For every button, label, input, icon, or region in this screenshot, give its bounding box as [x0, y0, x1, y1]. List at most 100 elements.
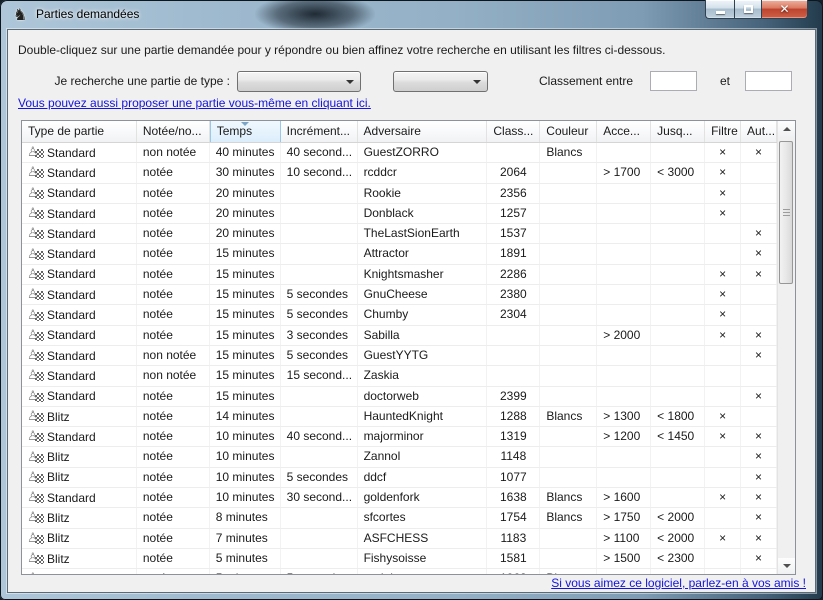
column-header-aut[interactable]: Aut...	[741, 121, 777, 142]
pawn-icon: ♙	[28, 470, 44, 485]
table-row[interactable]: ♙Standardnotée30 minutes10 second...rcdd…	[22, 163, 777, 183]
cell-notee: notée	[137, 163, 210, 182]
table-row[interactable]: ♙Blitznotée8 minutessfcortes1754Blancs> …	[22, 508, 777, 528]
cell-filtre	[705, 508, 741, 527]
cell-increment: 5 secondes	[281, 468, 358, 487]
cell-temps: 5 minutes	[210, 549, 281, 568]
cell-classement: 2064	[487, 163, 540, 182]
scroll-up-button[interactable]	[778, 121, 795, 137]
cell-increment: 30 second...	[281, 488, 358, 507]
game-type-label: Standard	[47, 146, 96, 160]
pawn-icon: ♙	[28, 186, 44, 201]
rating-max-input[interactable]	[745, 71, 792, 91]
table-row[interactable]: ♙Blitznotée5 minutesFishysoisse1581> 150…	[22, 549, 777, 569]
table-row[interactable]: ♙Standardnotée15 minutes5 secondesChumby…	[22, 305, 777, 325]
secondary-dropdown[interactable]	[393, 71, 488, 92]
table-row[interactable]: ♙Standardnotée15 minutes3 secondesSabill…	[22, 326, 777, 346]
cell-jusq: < 1800	[651, 407, 705, 426]
table-row[interactable]: ♙Blitznotée14 minutesHauntedKnight1288Bl…	[22, 407, 777, 427]
table-row[interactable]: ♙Standardnotée20 minutesRookie2356×	[22, 184, 777, 204]
cell-notee: notée	[137, 549, 210, 568]
cell-notee: notée	[137, 326, 210, 345]
column-header-acce[interactable]: Acce...	[597, 121, 651, 142]
cell-increment: 5 secondes	[281, 305, 358, 324]
cell-classement	[487, 366, 540, 385]
scrollbar-thumb[interactable]	[779, 141, 793, 284]
column-header-couleur[interactable]: Couleur	[540, 121, 597, 142]
cell-classement: 2356	[487, 184, 540, 203]
game-type-label: Blitz	[47, 410, 70, 424]
cell-classement: 1581	[487, 549, 540, 568]
cell-type: ♙Standard	[22, 224, 137, 243]
table-row[interactable]: ♙Standardnon notée15 minutes5 secondesGu…	[22, 346, 777, 366]
table-row[interactable]: ♙Blitznotée10 minutesZannol1148×	[22, 447, 777, 467]
table-row[interactable]: ♙Standardnotée15 minutes5 secondesGnuChe…	[22, 285, 777, 305]
cell-filtre: ×	[705, 163, 741, 182]
game-type-label: Standard	[47, 207, 96, 221]
cell-aut	[741, 366, 777, 385]
search-type-label: Je recherche une partie de type :	[28, 74, 230, 88]
column-header-adversaire[interactable]: Adversaire	[358, 121, 488, 142]
table-row[interactable]: ♙Standardnotée15 minutesAttractor1891×	[22, 244, 777, 264]
share-software-link[interactable]: Si vous aimez ce logiciel, parlez-en à v…	[551, 576, 806, 590]
cell-filtre: ×	[705, 488, 741, 507]
column-header-temps[interactable]: Temps	[210, 121, 281, 142]
cell-acce	[597, 285, 651, 304]
cell-acce	[597, 387, 651, 406]
table-row[interactable]: ♙Standardnon notée15 minutes15 second...…	[22, 366, 777, 386]
sort-descending-icon	[241, 122, 249, 126]
column-header-increment[interactable]: Incrément...	[281, 121, 358, 142]
cell-acce	[597, 265, 651, 284]
column-header-label: Acce...	[603, 124, 640, 138]
vertical-scrollbar[interactable]	[777, 121, 795, 574]
table-row[interactable]: ♙Blitznotée10 minutes5 secondesddcf1077×	[22, 468, 777, 488]
cell-acce	[597, 184, 651, 203]
cell-temps: 30 minutes	[210, 163, 281, 182]
cell-filtre: ×	[705, 265, 741, 284]
cell-classement: 2286	[487, 265, 540, 284]
cell-increment	[281, 387, 358, 406]
column-header-type[interactable]: Type de partie	[22, 121, 137, 142]
cell-adversaire: sfcortes	[358, 508, 488, 527]
column-header-label: Temps	[217, 124, 252, 138]
titlebar[interactable]: ♞ Parties demandées ✕	[0, 0, 823, 30]
column-header-classement[interactable]: Class...	[487, 121, 540, 142]
cell-adversaire: HauntedKnight	[358, 407, 488, 426]
table-row[interactable]: ♙Standardnotée15 minutesdoctorweb2399×	[22, 387, 777, 407]
cell-couleur	[540, 366, 597, 385]
column-header-jusq[interactable]: Jusq...	[651, 121, 705, 142]
propose-game-link[interactable]: Vous pouvez aussi proposer une partie vo…	[18, 96, 371, 110]
cell-filtre: ×	[705, 184, 741, 203]
cell-jusq: < 2300	[651, 549, 705, 568]
app-window: ♞ Parties demandées ✕ Double-cliquez sur…	[0, 0, 823, 600]
close-button[interactable]: ✕	[762, 0, 808, 19]
table-row[interactable]: ♙Standardnon notée40 minutes40 second...…	[22, 143, 777, 163]
pawn-icon: ♙	[28, 368, 44, 383]
table-row[interactable]: ♙Standardnotée15 minutesKnightsmasher228…	[22, 265, 777, 285]
maximize-button[interactable]	[734, 0, 762, 19]
table-row[interactable]: ♙Blitznotée5 minutes5 secondesnadakareem…	[22, 569, 777, 574]
scroll-down-button[interactable]	[778, 558, 795, 574]
table-row[interactable]: ♙Standardnotée20 minutesDonblack1257×	[22, 204, 777, 224]
pawn-icon: ♙	[28, 409, 44, 424]
pawn-icon: ♙	[28, 348, 44, 363]
table-row[interactable]: ♙Standardnotée10 minutes30 second...gold…	[22, 488, 777, 508]
column-header-notee[interactable]: Notée/no...	[137, 121, 210, 142]
table-row[interactable]: ♙Standardnotée10 minutes40 second...majo…	[22, 427, 777, 447]
pawn-icon: ♙	[28, 165, 44, 180]
table-row[interactable]: ♙Standardnotée20 minutesTheLastSionEarth…	[22, 224, 777, 244]
cell-acce	[597, 366, 651, 385]
minimize-button[interactable]	[705, 0, 734, 19]
pawn-icon: ♙	[28, 328, 44, 343]
column-header-filtre[interactable]: Filtre	[705, 121, 741, 142]
game-type-dropdown[interactable]	[237, 71, 361, 92]
cell-notee: notée	[137, 224, 210, 243]
table-row[interactable]: ♙Blitznotée7 minutesASFCHESS1183> 1100< …	[22, 529, 777, 549]
rating-min-input[interactable]	[650, 71, 697, 91]
cell-type: ♙Standard	[22, 366, 137, 385]
game-type-label: Standard	[47, 308, 96, 322]
cell-classement: 1148	[487, 447, 540, 466]
games-grid: Type de partieNotée/no... Temps Incrément.…	[22, 121, 777, 574]
game-type-label: Blitz	[47, 450, 70, 464]
cell-aut: ×	[741, 244, 777, 263]
